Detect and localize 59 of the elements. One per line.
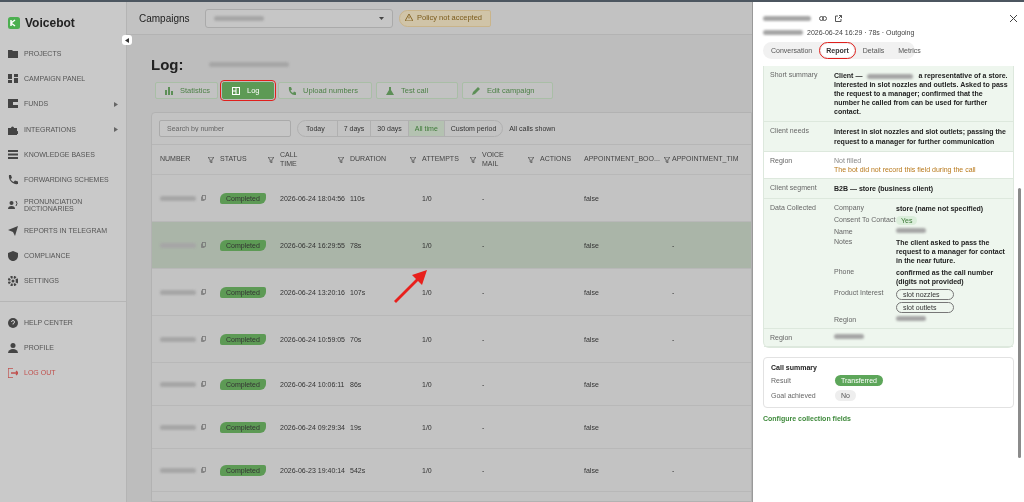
logout-icon: [8, 368, 18, 379]
copy-icon: [201, 467, 206, 473]
pencil-icon: [472, 86, 480, 95]
filter-icon: [410, 156, 416, 163]
blurred-text: [160, 336, 196, 342]
collapse-handle[interactable]: [122, 35, 132, 45]
close-button[interactable]: [1008, 12, 1019, 24]
log-title: Log:: [151, 55, 184, 73]
bar-chart-icon: [165, 86, 173, 95]
list-icon: [8, 149, 18, 160]
flask-icon: [386, 86, 394, 95]
copy-icon: [201, 336, 206, 342]
filter-icon: [268, 156, 274, 163]
blurred-text: [763, 29, 803, 35]
caret-icon: [114, 101, 118, 107]
caret-icon: [125, 37, 129, 43]
blurred-text: [160, 424, 196, 430]
puzzle-icon: [8, 124, 18, 135]
person-icon: [8, 342, 18, 353]
blurred-text: [763, 15, 811, 21]
filter-icon: [663, 156, 670, 163]
copy-icon: [201, 242, 206, 248]
grid-icon: [232, 86, 240, 95]
filter-icon: [338, 156, 344, 163]
blurred-text: [896, 316, 926, 322]
filter-icon: [208, 156, 214, 163]
logo-icon: [8, 17, 20, 29]
scrollbar-thumb[interactable]: [1018, 188, 1021, 458]
copy-icon: [201, 424, 206, 430]
blurred-text: [214, 15, 264, 21]
link-icon: [819, 15, 827, 21]
external-link-icon: [835, 14, 842, 22]
page-title: Campaigns: [139, 12, 191, 24]
blurred-text: [896, 227, 926, 233]
app-logo: Voicebot: [25, 16, 75, 30]
blurred-text: [160, 381, 196, 387]
copy-icon: [201, 289, 206, 295]
speaker-icon: [8, 200, 18, 211]
folder-icon: [8, 48, 18, 59]
send-icon: [8, 225, 18, 236]
blurred-text: [160, 289, 196, 295]
copy-icon: [201, 381, 206, 387]
dropdown-caret-icon: [379, 16, 384, 20]
shield-icon: [8, 251, 18, 261]
dashboard-icon: [8, 73, 18, 84]
phone-icon: [288, 86, 296, 95]
filter-icon: [528, 156, 534, 163]
warning-icon: [405, 13, 413, 21]
blurred-text: [834, 334, 864, 340]
wallet-icon: [8, 99, 18, 110]
copy-icon: [201, 195, 206, 201]
blurred-text: [160, 467, 196, 473]
close-icon: [1010, 14, 1017, 22]
filter-icon: [470, 156, 476, 163]
blurred-text: [160, 195, 196, 201]
caret-icon: [114, 127, 118, 133]
phone-icon: [8, 175, 18, 186]
help-icon: [8, 317, 18, 328]
settings-icon: [8, 276, 18, 287]
